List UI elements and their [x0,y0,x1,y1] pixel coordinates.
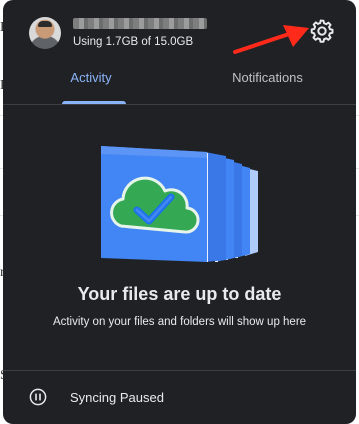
sync-status-bar: Syncing Paused [3,371,356,424]
account-name-redacted [73,18,207,29]
pause-icon[interactable] [29,388,47,406]
avatar-hair [38,21,52,27]
drive-activity-popup: Using 1.7GB of 15.0GB Activity Notificat… [3,0,356,424]
up-to-date-illustration [101,146,258,262]
status-subtitle: Activity on your files and folders will … [52,316,307,328]
tab-notifications[interactable]: Notifications [179,66,356,104]
annotation-arrow [233,25,309,54]
storage-usage: Using 1.7GB of 15.0GB [73,36,194,48]
avatar[interactable] [29,17,61,49]
sync-status-label: Syncing Paused [70,390,164,405]
tab-activity[interactable]: Activity [3,66,179,104]
tab-divider [3,104,356,105]
status-title: Your files are up to date [77,284,282,304]
tab-bar: Activity Notifications [3,66,356,104]
